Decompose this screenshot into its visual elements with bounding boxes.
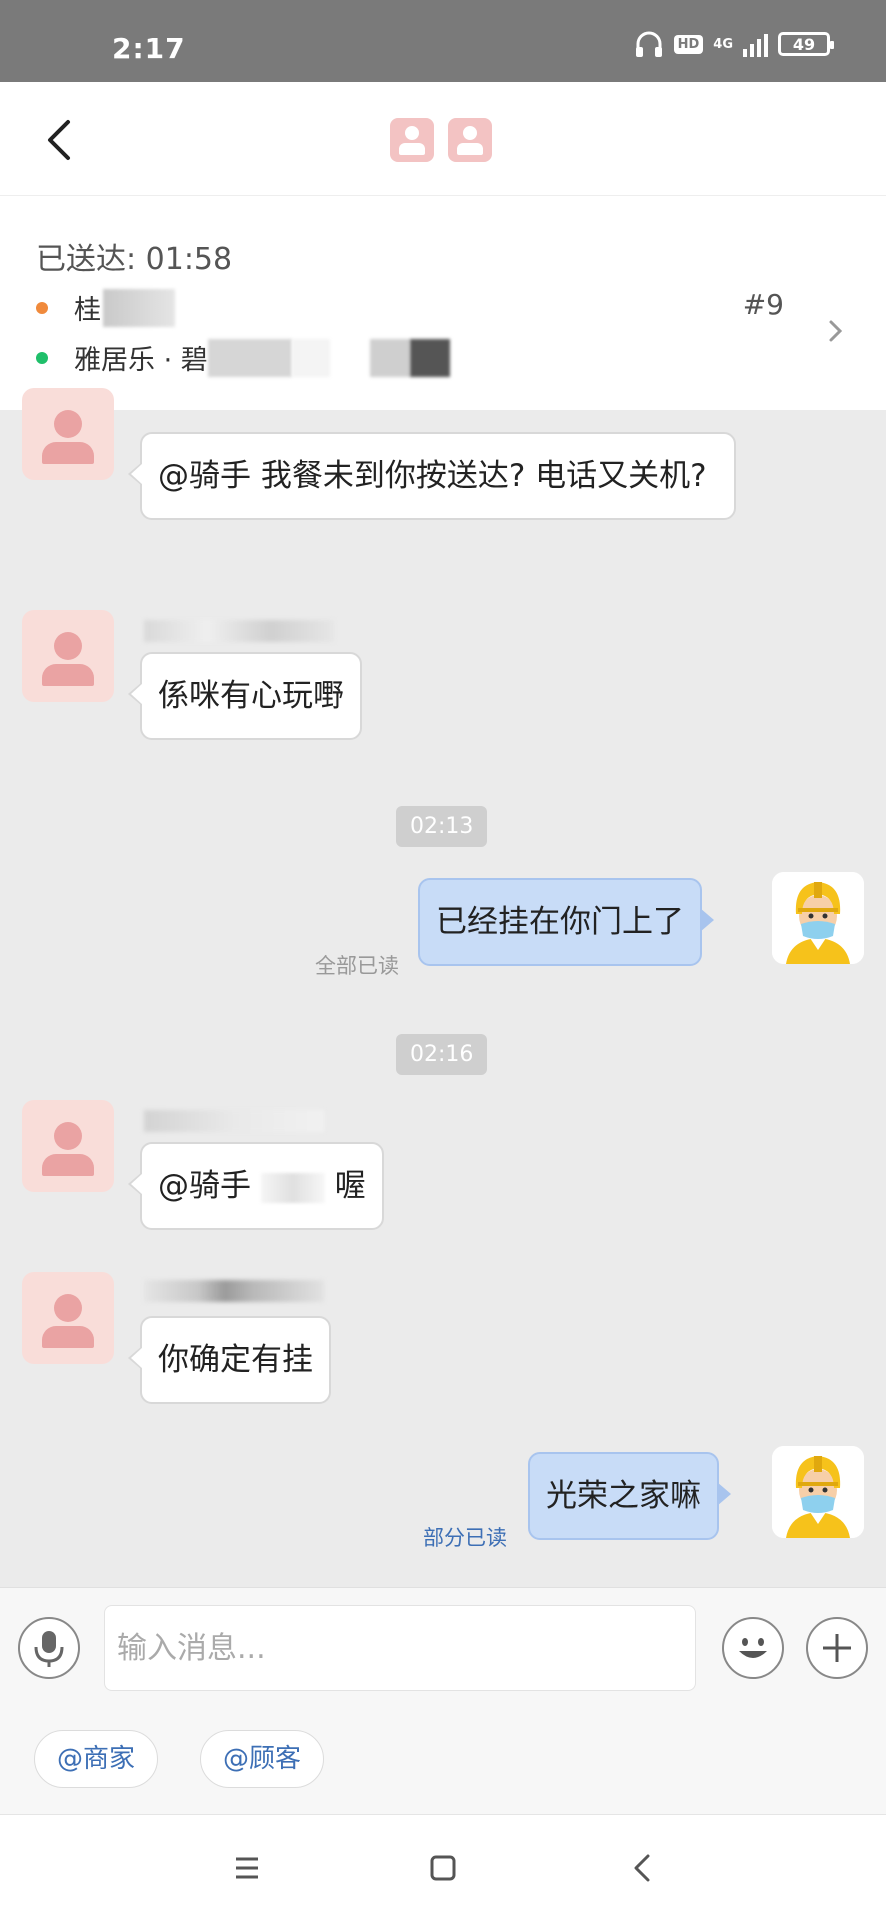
chat-header	[0, 82, 886, 196]
group-avatars[interactable]	[390, 118, 492, 162]
plus-icon	[823, 1634, 851, 1662]
more-button[interactable]	[806, 1617, 868, 1679]
mention-merchant-chip[interactable]: @商家	[34, 1730, 159, 1788]
signal-icon	[743, 31, 768, 57]
message-bubble[interactable]: @骑手 我餐未到你按送达? 电话又关机?	[128, 432, 736, 520]
message-text: @骑手 我餐未到你按送达? 电话又关机?	[158, 458, 707, 494]
system-nav-bar	[0, 1814, 886, 1920]
smiley-icon	[739, 1638, 767, 1658]
input-bar	[0, 1587, 886, 1708]
order-number: #9	[742, 288, 784, 321]
merchant-row: 桂	[36, 288, 175, 327]
redaction	[260, 1172, 325, 1203]
message-text-prefix: @骑手	[158, 1168, 251, 1204]
hd-badge: HD	[673, 34, 704, 54]
menu-icon[interactable]	[230, 1851, 264, 1885]
headphones-icon	[635, 31, 662, 57]
microphone-icon	[34, 1631, 64, 1667]
status-bar: 2:17 HD 4G 49	[0, 0, 886, 82]
customer-avatar[interactable]	[22, 388, 114, 480]
message-text: 光荣之家嘛	[546, 1478, 701, 1514]
sender-name-redacted	[144, 1280, 324, 1302]
message-text: 係咪有心玩嘢	[158, 678, 344, 714]
sender-name-redacted	[144, 1110, 324, 1132]
nav-back-icon[interactable]	[626, 1851, 660, 1885]
rider-icon	[772, 872, 864, 964]
sender-name-redacted	[144, 620, 334, 642]
quick-mentions: @商家 @顾客	[0, 1708, 886, 1814]
message-bubble[interactable]: 係咪有心玩嘢	[128, 652, 362, 740]
order-card[interactable]: 已送达: 01:58 桂 雅居乐 · 碧 #9	[0, 196, 886, 410]
timestamp: 02:16	[396, 1034, 488, 1075]
chevron-right-icon	[829, 320, 843, 342]
message-text: 已经挂在你门上了	[436, 904, 684, 940]
member-avatar	[448, 118, 492, 162]
mention-customer-chip[interactable]: @顾客	[200, 1730, 325, 1788]
message-text-suffix: 喔	[334, 1168, 366, 1204]
redaction	[103, 288, 175, 327]
battery-icon: 49	[778, 32, 834, 56]
customer-address: 雅居乐 · 碧	[74, 345, 208, 376]
customer-dot	[36, 351, 48, 364]
customer-avatar[interactable]	[22, 1100, 114, 1192]
clock: 2:17	[112, 32, 186, 65]
message-bubble-self[interactable]: 光荣之家嘛	[528, 1452, 731, 1540]
redaction	[369, 338, 410, 377]
read-status: 全部已读	[315, 954, 399, 978]
message-input-wrapper	[104, 1605, 696, 1691]
timestamp: 02:13	[396, 806, 488, 847]
customer-avatar[interactable]	[22, 610, 114, 702]
rider-icon	[772, 1446, 864, 1538]
customer-avatar[interactable]	[22, 1272, 114, 1364]
customer-row: 雅居乐 · 碧	[36, 338, 450, 377]
redaction	[409, 338, 450, 377]
message-bubble-self[interactable]: 已经挂在你门上了	[418, 878, 714, 966]
home-icon[interactable]	[426, 1851, 460, 1885]
message-input[interactable]	[105, 1606, 695, 1690]
rider-avatar[interactable]	[772, 1446, 864, 1538]
emoji-button[interactable]	[722, 1617, 784, 1679]
message-text: 你确定有挂	[158, 1342, 313, 1378]
back-arrow-icon[interactable]	[40, 118, 80, 162]
message-bubble[interactable]: @骑手 喔	[128, 1142, 384, 1230]
delivery-status: 已送达: 01:58	[36, 242, 233, 277]
merchant-name: 桂	[74, 295, 101, 326]
status-icons: HD 4G 49	[634, 30, 834, 58]
battery-level: 49	[792, 34, 816, 54]
member-avatar	[390, 118, 434, 162]
merchant-dot	[36, 301, 48, 314]
rider-avatar[interactable]	[772, 872, 864, 964]
network-type: 4G	[713, 36, 733, 52]
redaction	[207, 338, 292, 377]
voice-button[interactable]	[18, 1617, 80, 1679]
read-status: 部分已读	[423, 1526, 507, 1550]
message-bubble[interactable]: 你确定有挂	[128, 1316, 331, 1404]
redaction	[291, 338, 330, 377]
